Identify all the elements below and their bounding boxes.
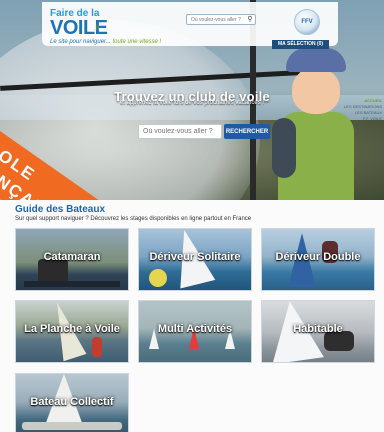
site-logo[interactable]: Faire de la VOILE .fr Le site pour navig…: [50, 8, 170, 45]
tile-deriveur-double[interactable]: Dériveur Double: [261, 228, 375, 291]
hero-subtitle: et apprenez la voile lors de vos prochai…: [119, 100, 265, 106]
magnifier-icon[interactable]: ⚲: [244, 14, 256, 25]
catamaran-hull: [24, 281, 120, 287]
guide-section: Guide des Bateaux Sur quel support navig…: [0, 200, 384, 432]
tile-label: Bateau Collectif: [30, 396, 114, 408]
solitaire-buoy: [149, 269, 167, 287]
child-hat: [286, 48, 346, 72]
hero-banner: ECOLE FRANÇAISE DE VOILE Faire de la VOI…: [0, 0, 384, 200]
logo-tld: .fr: [94, 26, 100, 32]
tile-label: Dériveur Solitaire: [149, 251, 241, 263]
guide-subtitle: Sur quel support naviguer ? Découvrez le…: [15, 216, 252, 222]
tile-bateau-collectif[interactable]: Bateau Collectif: [15, 373, 129, 432]
planche-rider: [92, 337, 102, 357]
tile-deriveur-solitaire[interactable]: Dériveur Solitaire: [138, 228, 252, 291]
tile-habitable[interactable]: Habitable: [261, 300, 375, 363]
tagline-part2: toute une vitesse !: [112, 39, 162, 45]
guide-title: Guide des Bateaux: [15, 204, 106, 215]
club-search-input[interactable]: [138, 124, 222, 139]
tile-label: Habitable: [293, 323, 343, 335]
tile-label: Dériveur Double: [275, 251, 361, 263]
logo-tagline: Le site pour naviguer... toute une vites…: [50, 39, 161, 45]
tagline-part1: Le site pour naviguer...: [50, 39, 111, 45]
side-menu-item[interactable]: F.F. VOILE: [340, 116, 382, 122]
ffv-logo-text: FFV: [301, 19, 313, 25]
collectif-hull: [22, 422, 122, 430]
tile-planche-a-voile[interactable]: La Planche à Voile: [15, 300, 129, 363]
ffv-logo[interactable]: FFV: [294, 9, 320, 35]
tile-label: Multi Activités: [157, 323, 233, 335]
child-arm: [272, 118, 296, 178]
tile-multi-activites[interactable]: Multi Activités: [138, 300, 252, 363]
tile-label: Catamaran: [43, 251, 101, 263]
search-button[interactable]: RECHERCHER: [224, 124, 270, 139]
tile-catamaran[interactable]: Catamaran: [15, 228, 129, 291]
tile-label: La Planche à Voile: [24, 323, 120, 335]
ma-selection-tab[interactable]: MA SÉLECTION (0): [272, 40, 330, 49]
